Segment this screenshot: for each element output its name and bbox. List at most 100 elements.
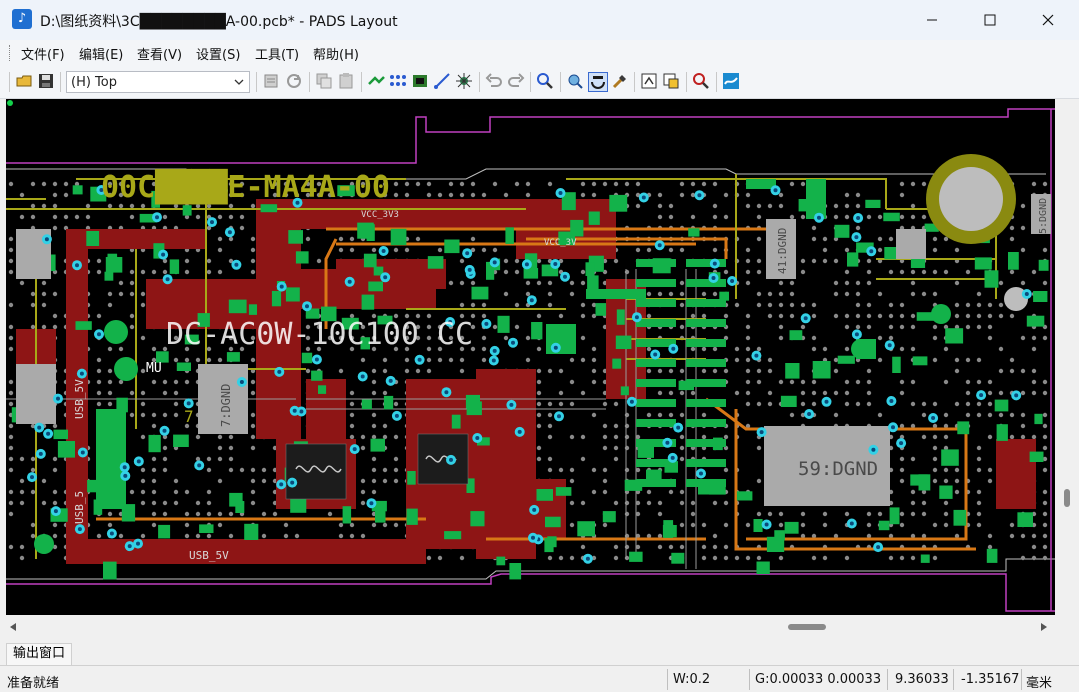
vertical-scrollbar[interactable] — [1055, 99, 1079, 615]
route-icon[interactable] — [367, 72, 385, 90]
pcb-via-hole — [773, 188, 778, 193]
zoom-icon[interactable] — [536, 72, 554, 90]
pcb-grid-dot — [184, 258, 190, 264]
pcb-grid-dot — [250, 269, 256, 275]
pcb-via-hole — [53, 509, 58, 514]
pcb-grid-dot — [459, 181, 465, 187]
pcb-grid-dot — [503, 269, 509, 275]
pcb-pad — [629, 551, 643, 562]
output-window-tab[interactable]: 输出窗口 — [6, 643, 72, 665]
pcb-grid-dot — [481, 192, 487, 198]
pcb-grid-dot — [932, 236, 938, 242]
pcb-grid-dot — [646, 291, 652, 297]
pcb-grid-dot — [910, 456, 916, 462]
menu-view[interactable]: 查看(V) — [137, 44, 182, 63]
pcb-grid-dot — [8, 390, 14, 396]
drc-icon[interactable] — [411, 72, 429, 90]
pcb-canvas[interactable]: 00C████E-MA4A-00 DC-AC0W-10C100 CC VCC_3… — [6, 99, 1055, 615]
pcb-grid-dot — [701, 181, 707, 187]
maximize-button[interactable] — [961, 0, 1019, 40]
pcb-label-mu: MU — [146, 361, 162, 376]
pcb-grid-dot — [536, 445, 542, 451]
refresh-icon[interactable] — [285, 72, 303, 90]
pcb-grid-dot — [239, 214, 245, 220]
pcb-grid-dot — [338, 368, 344, 374]
pcb-grid-dot — [932, 555, 938, 561]
pcb-pad — [407, 471, 416, 485]
layout-icon[interactable] — [722, 72, 740, 90]
pcb-grid-dot — [107, 401, 113, 407]
pcb-grid-dot — [514, 324, 520, 330]
horizontal-scroll-thumb[interactable] — [788, 624, 826, 630]
save-icon[interactable] — [37, 72, 55, 90]
pcb-grid-dot — [52, 203, 58, 209]
view-icon[interactable] — [566, 72, 584, 90]
pcb-pad — [884, 247, 897, 260]
pcb-grid-dot — [767, 368, 773, 374]
scroll-right-icon[interactable] — [1040, 622, 1048, 632]
pcb-grid-dot — [514, 302, 520, 308]
pcb-grid-dot — [41, 280, 47, 286]
menu-setup[interactable]: 设置(S) — [196, 44, 240, 63]
trace-icon[interactable] — [433, 72, 451, 90]
pcb-grid-dot — [349, 423, 355, 429]
open-icon[interactable] — [15, 72, 33, 90]
via-icon[interactable] — [455, 72, 473, 90]
close-button[interactable] — [1019, 0, 1077, 40]
pcb-pad — [555, 487, 572, 496]
vertical-scroll-thumb[interactable] — [1064, 489, 1070, 507]
display-icon[interactable] — [588, 72, 608, 92]
undo-icon[interactable] — [485, 72, 503, 90]
pcb-grid-dot — [701, 313, 707, 319]
net-icon[interactable] — [389, 72, 407, 90]
pcb-grid-dot — [8, 445, 14, 451]
properties-icon[interactable] — [262, 72, 280, 90]
menu-help[interactable]: 帮助(H) — [313, 44, 359, 63]
pcb-grid-dot — [712, 368, 718, 374]
pcb-grid-dot — [855, 401, 861, 407]
find-icon[interactable] — [692, 72, 710, 90]
pcb-pad — [957, 421, 970, 435]
scroll-left-icon[interactable] — [9, 622, 17, 632]
pcb-grid-dot — [580, 335, 586, 341]
menubar-grip[interactable] — [9, 45, 12, 61]
pcb-grid-dot — [855, 225, 861, 231]
pcb-grid-dot — [844, 214, 850, 220]
pcb-grid-dot — [107, 390, 113, 396]
window-icon[interactable] — [662, 72, 680, 90]
layer-select[interactable]: (H) Top — [66, 71, 250, 93]
paste-icon[interactable] — [337, 72, 355, 90]
pcb-grid-dot — [745, 269, 751, 275]
pcb-pad — [444, 239, 460, 254]
pcb-pad — [390, 228, 407, 246]
pcb-pad — [248, 304, 257, 315]
minimize-button[interactable] — [903, 0, 961, 40]
pcb-grid-dot — [811, 335, 817, 341]
menu-tools[interactable]: 工具(T) — [255, 44, 299, 63]
pcb-grid-dot — [811, 313, 817, 319]
pcb-via-hole — [491, 358, 496, 363]
pcb-via-hole — [889, 399, 894, 403]
pcb-grid-dot — [888, 555, 894, 561]
horizontal-scrollbar[interactable] — [0, 615, 1055, 639]
pcb-grid-dot — [646, 368, 652, 374]
pcb-grid-dot — [118, 291, 124, 297]
pcb-via-hole — [524, 262, 529, 267]
menu-edit[interactable]: 编辑(E) — [79, 44, 123, 63]
redo-icon[interactable] — [507, 72, 525, 90]
tool-icon[interactable] — [611, 72, 629, 90]
pcb-grid-dot — [404, 181, 410, 187]
copy-icon[interactable] — [315, 72, 333, 90]
report-icon[interactable] — [640, 72, 658, 90]
pads-app-icon[interactable]: ♪ — [12, 9, 32, 29]
pcb-via-hole — [754, 353, 759, 358]
menu-file[interactable]: 文件(F) — [21, 44, 65, 63]
pcb-grid-dot — [679, 302, 685, 308]
pcb-grid-dot — [360, 500, 366, 506]
pcb-grid-dot — [107, 302, 113, 308]
pcb-grid-dot — [558, 390, 564, 396]
pcb-pad — [104, 271, 114, 281]
pcb-pad — [290, 497, 307, 513]
pcb-grid-dot — [756, 368, 762, 374]
pcb-via-hole — [876, 545, 881, 550]
